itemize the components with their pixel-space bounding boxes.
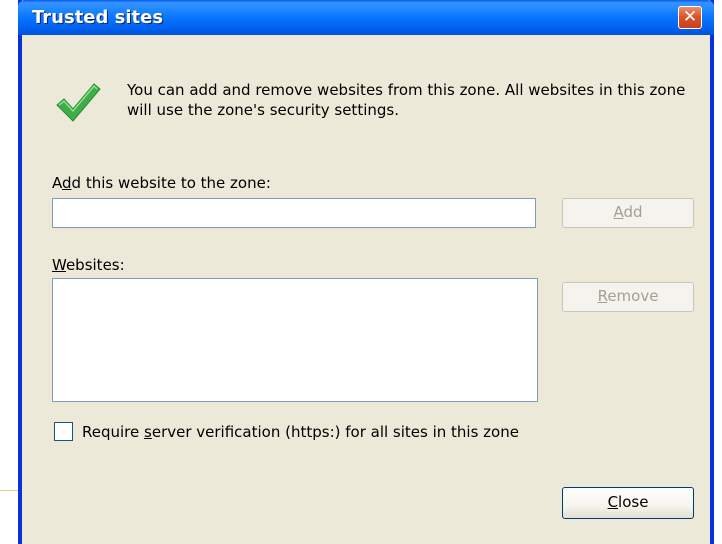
verification-label-post: erver verification (https:) for all site… <box>151 423 519 441</box>
add-button-label: dd <box>623 203 643 221</box>
websites-list[interactable] <box>52 278 538 402</box>
add-website-input[interactable] <box>52 198 536 228</box>
remove-button[interactable]: Remove <box>562 282 694 312</box>
require-verification-label[interactable]: Require server verification (https:) for… <box>82 423 519 441</box>
close-button-label: lose <box>618 493 649 511</box>
add-label-accelerator: d <box>62 174 72 192</box>
window-title: Trusted sites <box>32 7 164 28</box>
websites-label-accelerator: W <box>52 256 66 274</box>
verification-label-accelerator: s <box>144 423 152 441</box>
verification-label-pre: Require <box>82 423 145 441</box>
title-bar[interactable]: Trusted sites ✕ <box>18 0 714 35</box>
add-label-post: d this website to the zone: <box>71 174 271 192</box>
background-line <box>0 490 18 491</box>
trusted-sites-dialog: Trusted sites ✕ You can add and remove w… <box>18 0 714 544</box>
remove-button-label: emove <box>607 287 659 305</box>
zone-description: You can add and remove websites from thi… <box>127 81 686 119</box>
remove-button-accelerator: R <box>597 287 608 305</box>
add-website-label: Add this website to the zone: <box>52 174 271 192</box>
websites-label: Websites: <box>52 256 125 274</box>
add-label-pre: A <box>52 174 62 192</box>
close-button-accelerator: C <box>607 493 619 511</box>
require-verification-checkbox[interactable] <box>54 422 73 441</box>
close-window-button[interactable]: ✕ <box>678 6 702 29</box>
close-button[interactable]: Close <box>562 487 694 519</box>
close-icon: ✕ <box>682 7 698 27</box>
check-icon <box>56 83 101 122</box>
add-button[interactable]: Add <box>562 198 694 228</box>
websites-label-rest: ebsites: <box>65 256 125 274</box>
add-button-accelerator: A <box>613 203 624 221</box>
